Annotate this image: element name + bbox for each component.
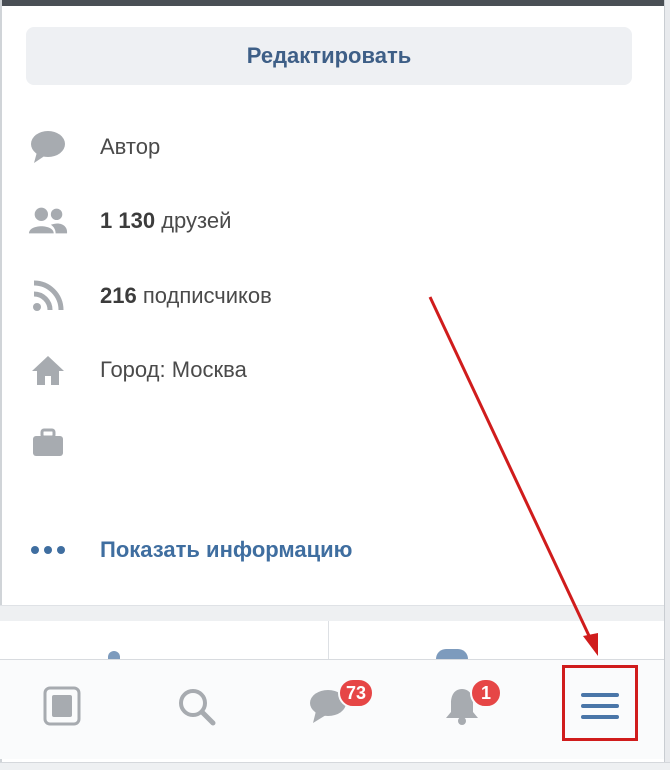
friends-count: 1 130 [100, 208, 156, 233]
info-row-work [0, 418, 600, 468]
news-icon [43, 686, 81, 731]
city-text: Город: Москва [100, 357, 247, 382]
speech-bubble-icon [28, 127, 68, 167]
notifications-badge: 1 [470, 678, 502, 708]
section-divider [0, 605, 664, 621]
window-right-edge [664, 0, 670, 770]
friends-text: 1 130 друзей [100, 208, 231, 234]
edit-profile-button[interactable]: Редактировать [26, 27, 632, 85]
home-icon [28, 350, 68, 390]
info-row-friends[interactable]: 1 130 друзей [0, 196, 600, 246]
tile-icon-right [436, 649, 468, 659]
tab-news[interactable] [22, 670, 102, 746]
info-row-city: Город: Москва [0, 345, 600, 395]
info-row-followers[interactable]: 216 подписчиков [0, 271, 600, 321]
info-row-status: Автор [0, 122, 600, 172]
tile-icon-left [108, 651, 120, 659]
menu-highlight-box [562, 665, 638, 741]
status-text: Автор [100, 134, 161, 159]
briefcase-icon [28, 423, 68, 463]
window-bottom-edge [0, 762, 670, 770]
show-info-text: Показать информацию [100, 537, 353, 562]
followers-count: 216 [100, 283, 137, 308]
partial-content-tiles [0, 621, 664, 659]
tab-search[interactable] [156, 670, 236, 746]
tile-separator [328, 621, 329, 659]
people-icon [28, 201, 68, 241]
search-icon [176, 686, 216, 731]
window-top-edge [0, 0, 670, 6]
friends-label: друзей [161, 208, 232, 233]
rss-feed-icon [28, 276, 68, 316]
show-info-link[interactable]: Показать информацию [0, 525, 600, 575]
followers-label: подписчиков [142, 283, 272, 308]
dots-icon [28, 530, 68, 570]
followers-text: 216 подписчиков [100, 283, 272, 309]
messages-badge: 73 [338, 678, 375, 708]
